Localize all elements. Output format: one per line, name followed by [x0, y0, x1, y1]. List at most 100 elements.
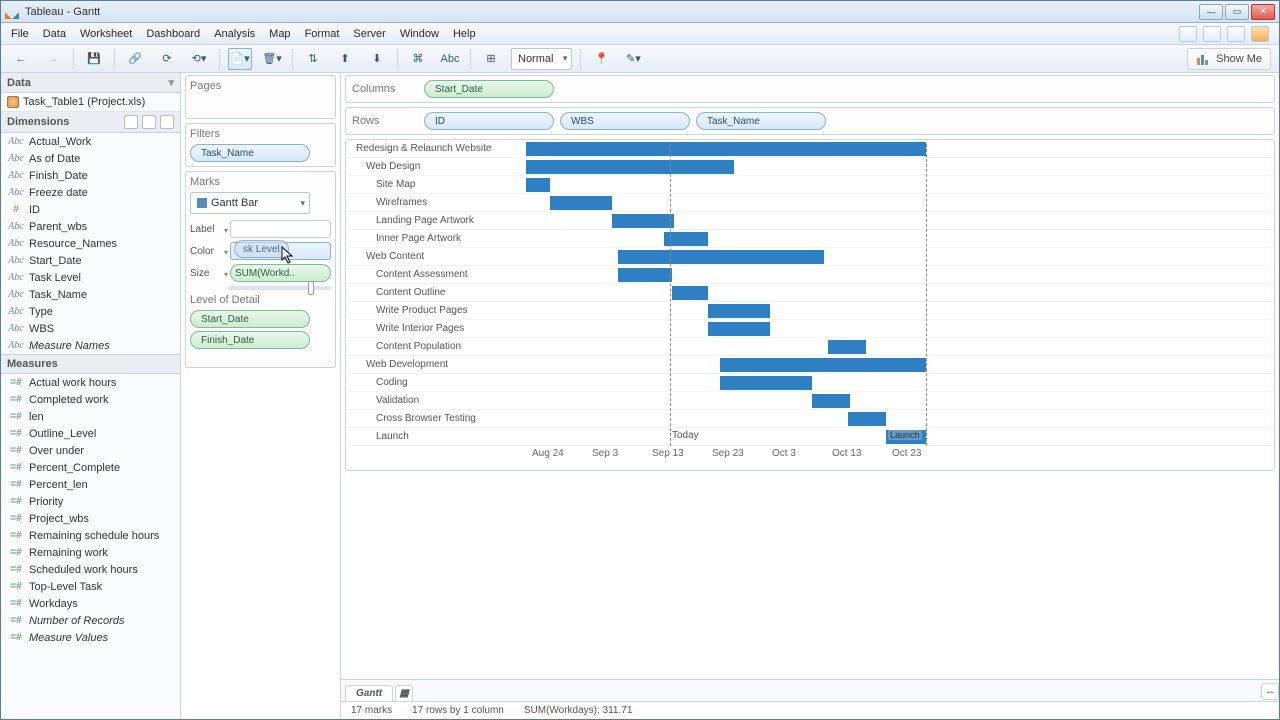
dimension-item[interactable]: AbcStart_Date [1, 252, 180, 269]
measure-item[interactable]: =#Top-Level Task [1, 578, 180, 595]
menu-help[interactable]: Help [453, 28, 476, 40]
lod-pill-start[interactable]: Start_Date [190, 310, 310, 328]
gantt-bar[interactable] [526, 178, 550, 192]
back-button[interactable]: ← [9, 48, 33, 70]
sort-asc-button[interactable]: ⬆ [333, 48, 357, 70]
gantt-row[interactable]: Content Outline [346, 284, 1274, 302]
rows-pill-taskname[interactable]: Task_Name [696, 112, 826, 130]
dimension-item[interactable]: AbcAs of Date [1, 150, 180, 167]
pin-button[interactable]: 📍 [589, 48, 613, 70]
dimension-item[interactable]: AbcActual_Work [1, 133, 180, 150]
save-button[interactable]: 💾 [82, 48, 106, 70]
measure-item[interactable]: =#Remaining schedule hours [1, 527, 180, 544]
dimension-item[interactable]: #ID [1, 201, 180, 218]
lod-pill-finish[interactable]: Finish_Date [190, 331, 310, 349]
minimize-button[interactable]: — [1199, 4, 1223, 20]
gantt-row[interactable]: Landing Page Artwork [346, 212, 1274, 230]
gantt-bar[interactable] [618, 268, 672, 282]
gantt-bar[interactable] [708, 304, 770, 318]
label-card-label[interactable]: Label [190, 224, 226, 235]
gantt-row[interactable]: Inner Page Artwork [346, 230, 1274, 248]
fit-select[interactable]: Normal [511, 48, 572, 70]
columns-shelf[interactable]: Columns Start_Date [345, 75, 1275, 103]
measure-item[interactable]: =#Scheduled work hours [1, 561, 180, 578]
rows-pill-id[interactable]: ID [424, 112, 554, 130]
gantt-bar[interactable] [618, 250, 824, 264]
columns-pill-startdate[interactable]: Start_Date [424, 80, 554, 98]
dimension-item[interactable]: AbcFreeze date [1, 184, 180, 201]
mark-type-select[interactable]: Gantt Bar [190, 192, 310, 214]
measure-item[interactable]: =#Workdays [1, 595, 180, 612]
gantt-row[interactable]: Content Population [346, 338, 1274, 356]
gantt-row[interactable]: Cross Browser Testing [346, 410, 1274, 428]
gantt-bar[interactable] [812, 394, 850, 408]
forward-button[interactable]: → [41, 48, 65, 70]
menu-server[interactable]: Server [353, 28, 385, 40]
menu-dashboard[interactable]: Dashboard [146, 28, 200, 40]
tab-gantt[interactable]: Gantt [345, 685, 393, 701]
measure-item[interactable]: =#Over under [1, 442, 180, 459]
size-card-label[interactable]: Size [190, 268, 226, 279]
maximize-button[interactable]: ▭ [1225, 4, 1249, 20]
home-icon[interactable] [1251, 26, 1269, 42]
auto-update-button[interactable]: ⟲▾ [187, 48, 211, 70]
gantt-bar[interactable] [612, 214, 674, 228]
label-card-field[interactable] [230, 220, 331, 238]
close-button[interactable]: ✕ [1251, 4, 1275, 20]
menu-analysis[interactable]: Analysis [214, 28, 255, 40]
measure-item[interactable]: =#Outline_Level [1, 425, 180, 442]
measure-item[interactable]: =#Percent_Complete [1, 459, 180, 476]
gantt-bar[interactable] [550, 196, 612, 210]
gantt-row[interactable]: Launch [346, 428, 1274, 446]
gantt-row[interactable]: Wireframes [346, 194, 1274, 212]
measure-item[interactable]: =#Completed work [1, 391, 180, 408]
gantt-bar[interactable] [672, 286, 708, 300]
menu-window[interactable]: Window [400, 28, 439, 40]
new-worksheet-button[interactable]: 📄▾ [228, 48, 252, 70]
gantt-bar[interactable] [848, 412, 886, 426]
gantt-bar[interactable] [828, 340, 866, 354]
measure-item[interactable]: =#Project_wbs [1, 510, 180, 527]
dimension-item[interactable]: AbcType [1, 303, 180, 320]
menu-file[interactable]: File [11, 28, 29, 40]
menu-data[interactable]: Data [43, 28, 66, 40]
measure-item[interactable]: =#Remaining work [1, 544, 180, 561]
rows-shelf[interactable]: Rows ID WBS Task_Name [345, 107, 1275, 135]
menu-format[interactable]: Format [305, 28, 340, 40]
group-button[interactable]: ⌘ [406, 48, 430, 70]
measure-item[interactable]: =#Measure Values [1, 629, 180, 646]
size-slider[interactable] [228, 286, 331, 290]
presentation-mode-icon[interactable] [1179, 26, 1197, 42]
new-tab-button[interactable]: ▦ [395, 685, 413, 701]
search-icon[interactable] [142, 115, 156, 129]
gantt-row[interactable]: Content Assessment [346, 266, 1274, 284]
dimension-item[interactable]: AbcTask Level [1, 269, 180, 286]
show-me-button[interactable]: Show Me [1187, 48, 1271, 70]
gantt-row[interactable]: Site Map [346, 176, 1274, 194]
gantt-chart[interactable]: Redesign & Relaunch WebsiteWeb DesignSit… [345, 139, 1275, 471]
connect-button[interactable]: 🔗 [123, 48, 147, 70]
sort-desc-button[interactable]: ⬇ [365, 48, 389, 70]
size-slider-thumb[interactable] [308, 281, 314, 295]
measure-item[interactable]: =#len [1, 408, 180, 425]
menu-map[interactable]: Map [269, 28, 290, 40]
gantt-bar[interactable] [526, 142, 926, 156]
dimension-item[interactable]: AbcMeasure Names [1, 337, 180, 354]
data-source-row[interactable]: Task_Table1 (Project.xls) [1, 93, 180, 112]
gantt-row[interactable]: Web Design [346, 158, 1274, 176]
gantt-row[interactable]: Validation [346, 392, 1274, 410]
measure-item[interactable]: =#Number of Records [1, 612, 180, 629]
gantt-bar[interactable] [708, 322, 770, 336]
gantt-bar[interactable] [526, 160, 734, 174]
view-list-icon[interactable] [124, 115, 138, 129]
dimension-item[interactable]: AbcResource_Names [1, 235, 180, 252]
measure-item[interactable]: =#Actual work hours [1, 374, 180, 391]
dimension-item[interactable]: AbcParent_wbs [1, 218, 180, 235]
filters-shelf[interactable]: Filters Task_Name [185, 123, 336, 167]
pages-shelf[interactable]: Pages [185, 75, 336, 119]
filter-pill-taskname[interactable]: Task_Name [190, 144, 310, 162]
measure-item[interactable]: =#Percent_len [1, 476, 180, 493]
fixed-axes-button[interactable]: ⊞ [479, 48, 503, 70]
dimension-item[interactable]: AbcTask_Name [1, 286, 180, 303]
gantt-bar[interactable] [720, 358, 926, 372]
